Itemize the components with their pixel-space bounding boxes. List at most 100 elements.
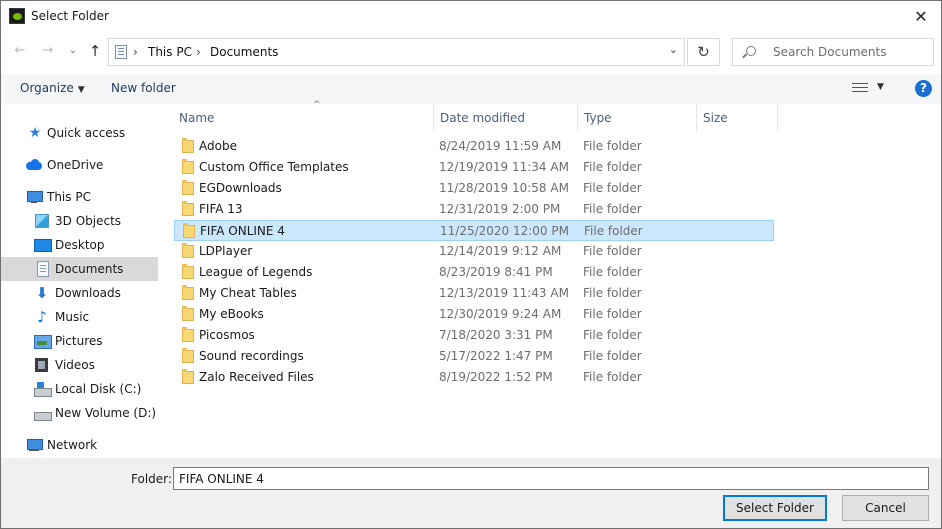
file-name: EGDownloads [199,181,282,195]
sidebar-item-label: New Volume (D:) [55,406,157,420]
file-date: 8/23/2019 8:41 PM [439,265,553,279]
folder-icon [182,138,194,153]
file-name: Sound recordings [199,349,304,363]
help-icon[interactable]: ? [915,80,932,97]
view-options-icon[interactable] [852,83,868,94]
navigation-pane: ★ Quick access OneDrive This PC 3D Objec… [1,104,160,458]
table-row[interactable]: EGDownloads 11/28/2019 10:58 AM File fol… [174,178,774,199]
file-type: File folder [583,328,642,342]
sidebar-item-new-volume-d[interactable]: New Volume (D:) [1,401,158,425]
this-pc-icon [115,45,127,59]
column-header-type[interactable]: Type [578,104,697,131]
file-type: File folder [583,265,642,279]
file-date: 7/18/2020 3:31 PM [439,328,553,342]
sidebar-item-this-pc[interactable]: This PC [1,185,158,209]
sidebar-item-label: Local Disk (C:) [55,382,142,396]
sidebar-item-label: Pictures [55,334,103,348]
table-row[interactable]: LDPlayer 12/14/2019 9:12 AM File folder [174,241,774,262]
address-bar[interactable]: › This PC › Documents ⌄ [108,38,685,66]
breadcrumb-this-pc[interactable]: This PC [148,45,192,59]
star-icon: ★ [28,125,42,141]
column-header-date-modified[interactable]: Date modified [434,104,578,131]
file-type: File folder [584,224,643,238]
select-folder-dialog: Select Folder ✕ ← → ⌄ ↑ › This PC › Docu… [0,0,942,529]
sidebar-item-downloads[interactable]: ⬇ Downloads [1,281,158,305]
table-row[interactable]: FIFA 13 12/31/2019 2:00 PM File folder [174,199,774,220]
recent-locations-chevron-icon[interactable]: ⌄ [63,41,83,61]
file-type: File folder [583,244,642,258]
table-row[interactable]: Picosmos 7/18/2020 3:31 PM File folder [174,325,774,346]
search-input[interactable] [773,44,923,60]
network-icon [26,437,43,453]
select-folder-button[interactable]: Select Folder [723,495,827,521]
drive-icon [34,405,52,421]
breadcrumb-separator[interactable]: › [196,45,201,59]
folder-icon [182,201,194,216]
breadcrumb-documents[interactable]: Documents [210,45,278,59]
table-row[interactable]: Sound recordings 5/17/2022 1:47 PM File … [174,346,774,367]
sidebar-item-music[interactable]: ♪ Music [1,305,158,329]
cloud-icon [26,157,42,173]
file-type: File folder [583,370,642,384]
table-row[interactable]: My eBooks 12/30/2019 9:24 AM File folder [174,304,774,325]
file-date: 12/19/2019 11:34 AM [439,160,569,174]
file-date: 12/31/2019 2:00 PM [439,202,561,216]
folder-icon [182,348,194,363]
sidebar-item-desktop[interactable]: Desktop [1,233,158,257]
organize-label: Organize [20,81,74,95]
folder-icon [182,306,194,321]
file-name: LDPlayer [199,244,253,258]
table-row[interactable]: League of Legends 8/23/2019 8:41 PM File… [174,262,774,283]
sidebar-item-label: Music [55,310,90,324]
address-dropdown-chevron-icon[interactable]: ⌄ [669,43,678,56]
breadcrumb-separator[interactable]: › [133,45,138,59]
search-icon [746,46,756,56]
column-header-label: Name [179,111,215,125]
folder-icon [182,285,194,300]
up-arrow-icon[interactable]: ↑ [85,41,105,61]
file-name: My Cheat Tables [199,286,297,300]
file-name: Custom Office Templates [199,160,349,174]
sidebar-item-documents[interactable]: Documents [1,257,158,281]
cancel-button[interactable]: Cancel [842,495,929,521]
caret-down-icon: ▼ [77,85,85,95]
sidebar-item-onedrive[interactable]: OneDrive [1,153,158,177]
table-row[interactable]: Custom Office Templates 12/19/2019 11:34… [174,157,774,178]
file-name: League of Legends [199,265,313,279]
close-icon[interactable]: ✕ [901,1,941,32]
file-list: ^ Name Date modified Type Size Adobe 8/2… [160,100,941,458]
organize-button[interactable]: Organize ▼ [20,81,85,95]
sidebar-item-videos[interactable]: Videos [1,353,158,377]
document-icon [37,261,49,277]
table-row[interactable]: Zalo Received Files 8/19/2022 1:52 PM Fi… [174,367,774,388]
back-arrow-icon[interactable]: ← [10,41,30,61]
nvidia-app-icon [9,8,25,24]
sidebar-item-pictures[interactable]: Pictures [1,329,158,353]
table-row[interactable]: Adobe 8/24/2019 11:59 AM File folder [174,136,774,157]
sidebar-item-label: Desktop [55,238,105,252]
sidebar-item-network[interactable]: Network [1,433,158,457]
column-header-name[interactable]: ^ Name [173,100,434,131]
column-header-size[interactable]: Size [697,104,778,131]
new-folder-button[interactable]: New folder [111,81,176,95]
file-name: FIFA 13 [199,202,243,216]
table-row-selected[interactable]: FIFA ONLINE 4 11/25/2020 12:00 PM File f… [174,220,774,241]
file-date: 11/28/2019 10:58 AM [439,181,569,195]
refresh-icon[interactable]: ↻ [687,38,720,66]
table-row[interactable]: My Cheat Tables 12/13/2019 11:43 AM File… [174,283,774,304]
folder-icon [182,369,194,384]
title-bar: Select Folder ✕ [1,1,941,32]
view-dropdown-caret-icon[interactable]: ▼ [877,82,884,92]
forward-arrow-icon[interactable]: → [38,41,58,61]
sidebar-item-quick-access[interactable]: ★ Quick access [1,121,158,145]
sidebar-item-local-disk-c[interactable]: Local Disk (C:) [1,377,158,401]
search-box[interactable] [732,38,934,66]
computer-icon [26,189,43,205]
folder-name-input[interactable] [173,467,929,490]
download-icon: ⬇ [35,284,49,302]
file-date: 5/17/2022 1:47 PM [439,349,553,363]
drive-icon [34,381,52,397]
file-date: 8/24/2019 11:59 AM [439,139,562,153]
sidebar-item-3d-objects[interactable]: 3D Objects [1,209,158,233]
file-date: 11/25/2020 12:00 PM [440,224,569,238]
